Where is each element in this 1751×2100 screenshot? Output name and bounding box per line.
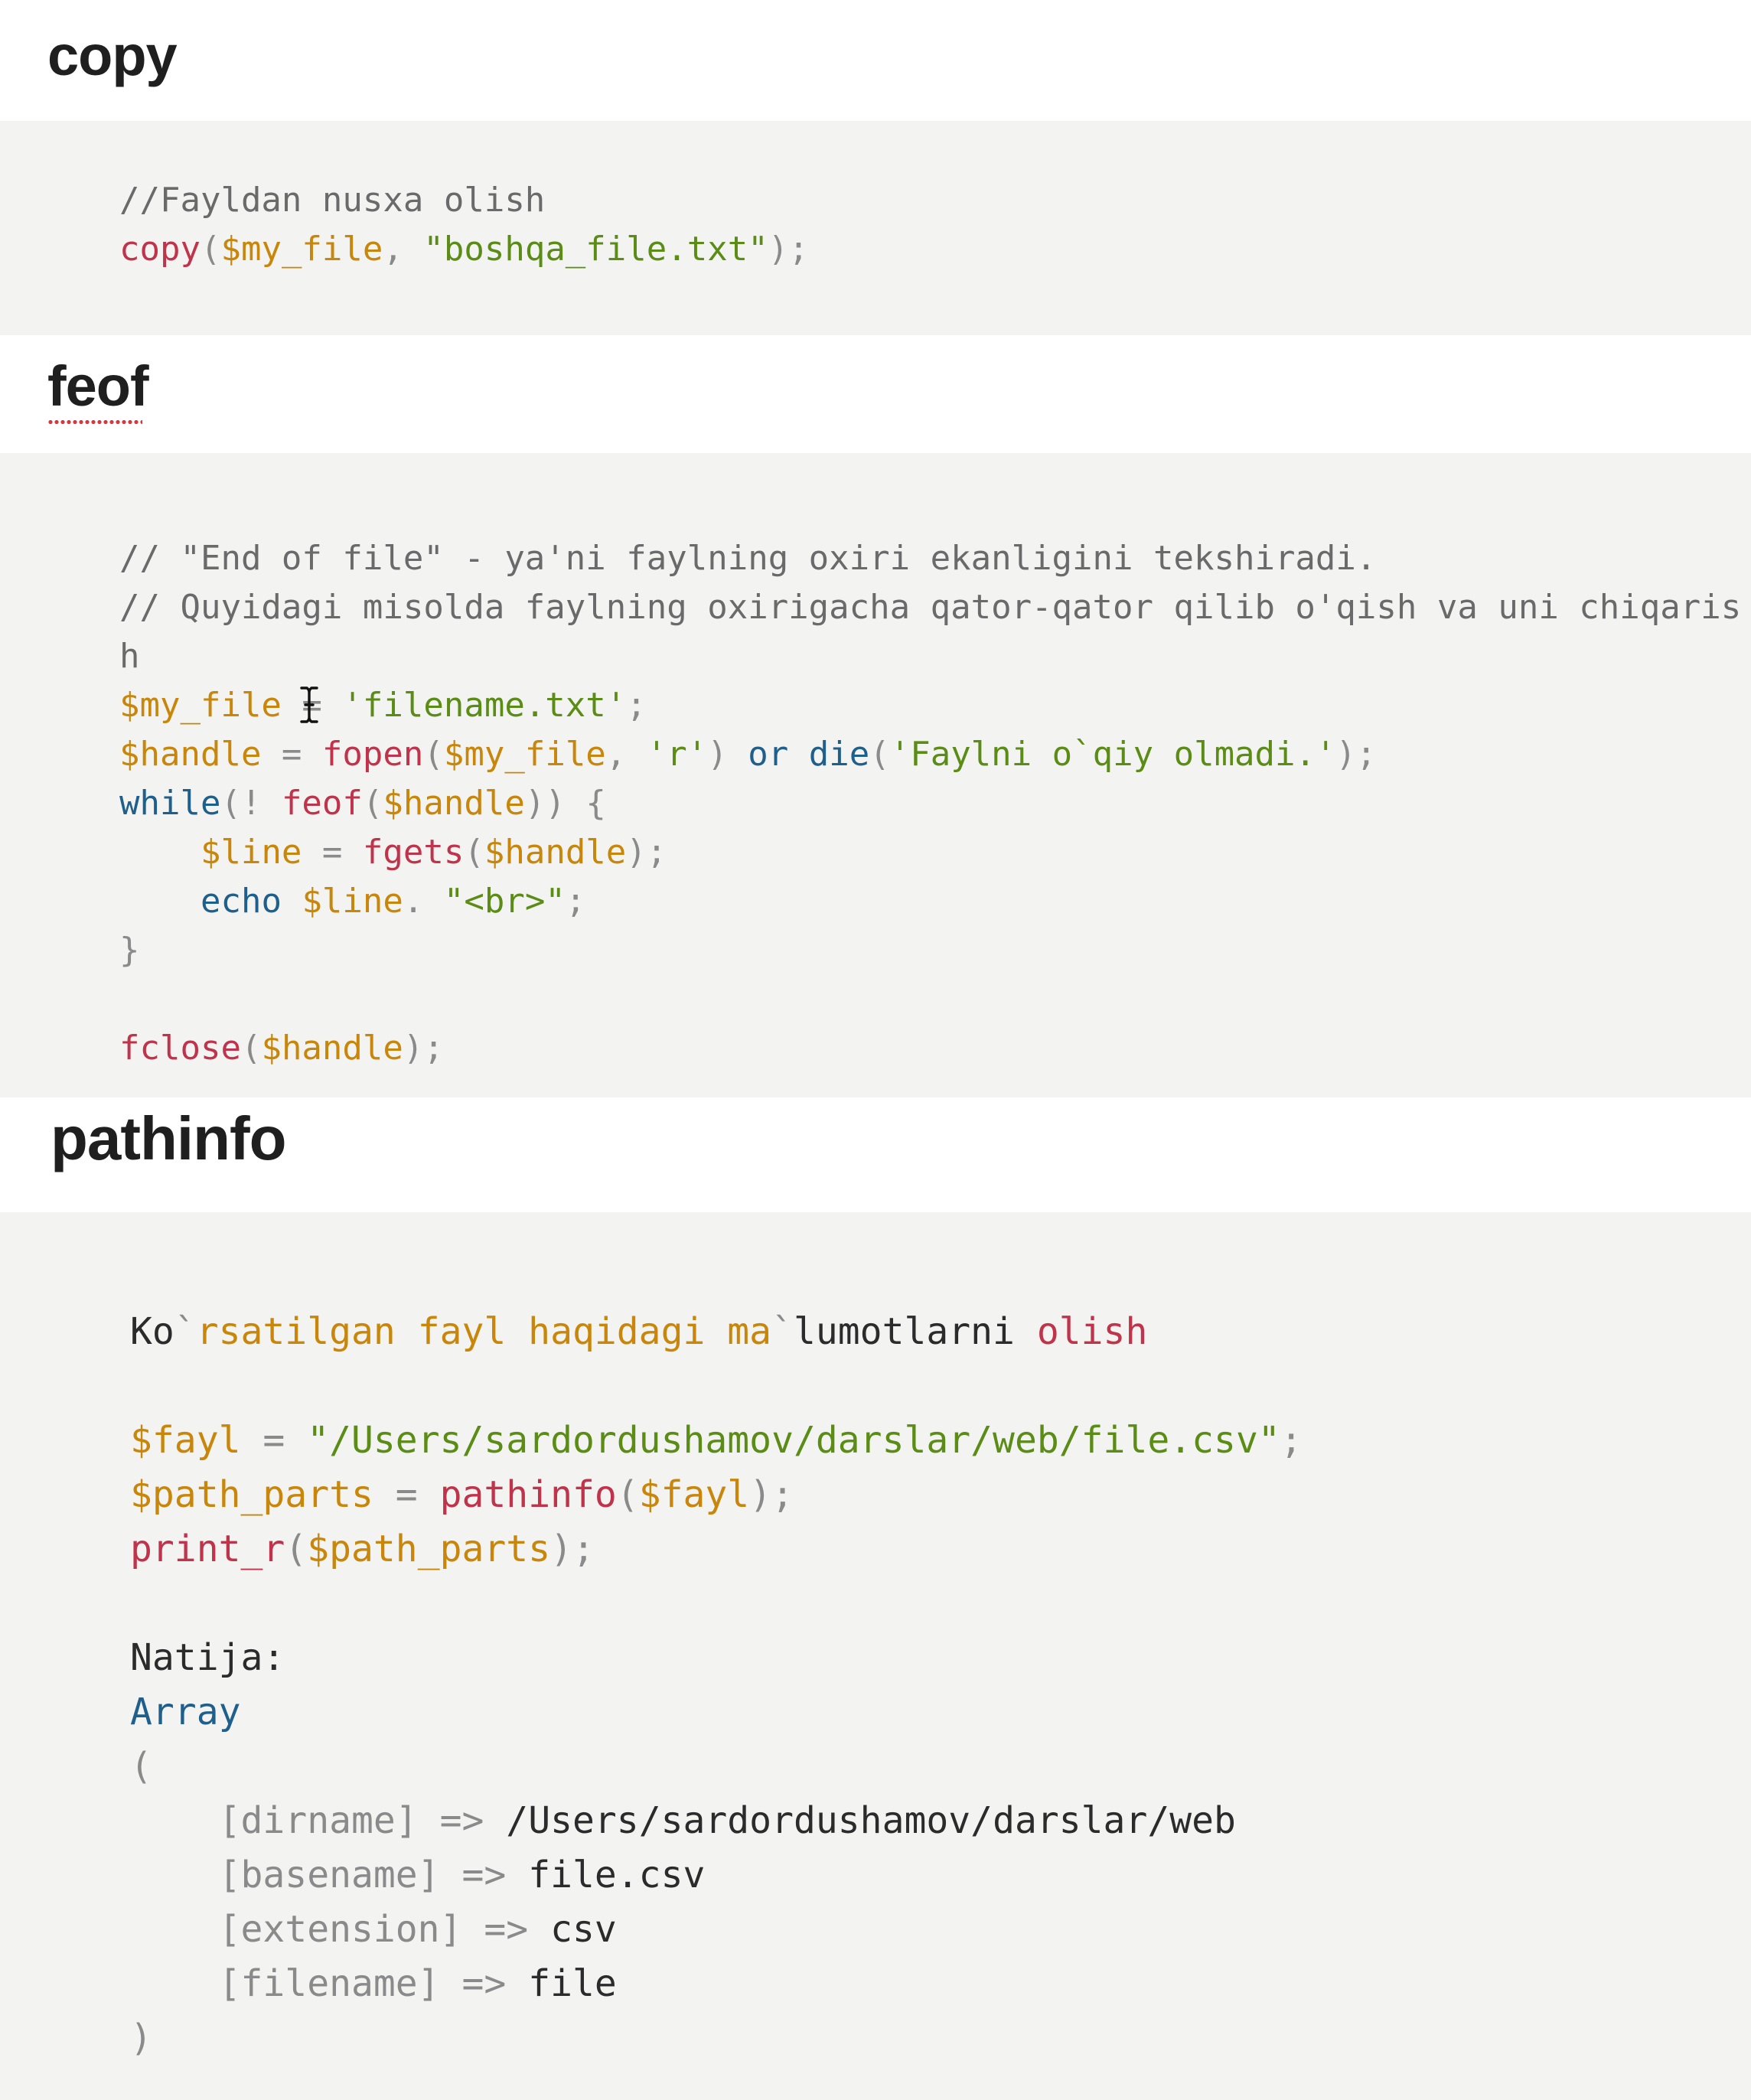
code-operator: =: [302, 833, 363, 872]
code-operator: =: [373, 1473, 440, 1516]
spellcheck-underline: [47, 419, 142, 425]
code-punctuation: ;: [565, 882, 586, 921]
description-text: Ko: [130, 1310, 174, 1353]
code-string: "boshqa_file.txt": [423, 230, 768, 269]
section-heading-pathinfo: pathinfo: [51, 1104, 286, 1172]
code-pathinfo[interactable]: Ko`rsatilgan fayl haqidagi ma`lumotlarni…: [130, 1305, 1303, 2066]
code-string: "/Users/sardordushamov/darslar/web/file.…: [307, 1419, 1280, 1462]
code-comment: // Quyidagi misolda faylning oxirigacha …: [119, 588, 1742, 627]
code-punctuation: );: [768, 230, 809, 269]
code-punctuation: );: [749, 1473, 794, 1516]
code-function: print_r: [130, 1528, 285, 1570]
code-punctuation: );: [1335, 735, 1377, 774]
code-punctuation: ,: [383, 230, 424, 269]
code-punctuation: ): [130, 2017, 152, 2059]
code-punctuation: );: [550, 1528, 595, 1570]
code-punctuation: }: [119, 931, 140, 970]
code-variable: $my_file: [220, 230, 383, 269]
code-punctuation: ): [707, 735, 748, 774]
code-operator: =: [261, 735, 322, 774]
array-key: [filename]: [218, 1962, 440, 2005]
code-variable: $path_parts: [130, 1473, 373, 1516]
code-function: copy: [119, 230, 201, 269]
code-function: fgets: [362, 833, 465, 872]
code-punctuation: ;: [626, 686, 647, 725]
code-punctuation: (: [240, 1029, 262, 1068]
array-key: [extension]: [218, 1908, 462, 1951]
result-label: Natija:: [130, 1636, 285, 1679]
array-key: [basename]: [218, 1854, 440, 1896]
code-punctuation: );: [626, 833, 667, 872]
code-comment-wrap: h: [119, 637, 140, 676]
description-text: lumotlarni: [793, 1310, 1015, 1353]
code-function: fopen: [321, 735, 424, 774]
code-punctuation: (: [200, 230, 221, 269]
code-punctuation: );: [403, 1029, 444, 1068]
code-string: 'Faylni o`qiy olmadi.': [889, 735, 1336, 774]
code-keyword: Array: [130, 1691, 241, 1733]
code-punctuation: (: [285, 1528, 308, 1570]
description-text: rsatilgan fayl haqidagi ma: [196, 1310, 772, 1353]
code-operator: .: [403, 882, 444, 921]
code-punctuation: )) {: [524, 784, 606, 823]
code-punctuation: ,: [605, 735, 647, 774]
code-punctuation: (: [869, 735, 890, 774]
array-arrow: =>: [439, 1799, 484, 1842]
code-comment: //Fayldan nusxa olish: [119, 181, 546, 220]
array-value: file: [528, 1962, 617, 2005]
array-arrow: =>: [461, 1854, 507, 1896]
code-feof[interactable]: // "End of file" - ya'ni faylning oxiri …: [119, 534, 1741, 1073]
array-key: [dirname]: [218, 1799, 418, 1842]
array-arrow: =>: [484, 1908, 529, 1951]
code-function: pathinfo: [439, 1473, 617, 1516]
code-keyword: echo: [200, 882, 282, 921]
code-function: feof: [281, 784, 363, 823]
code-function: fclose: [119, 1029, 241, 1068]
code-keyword: or: [748, 735, 789, 774]
code-punctuation: (!: [220, 784, 282, 823]
code-punctuation: (: [464, 833, 484, 872]
code-variable: $handle: [383, 784, 525, 823]
code-variable: $fayl: [638, 1473, 750, 1516]
array-value: csv: [550, 1908, 617, 1951]
array-arrow: =>: [461, 1962, 507, 2005]
code-variable: $my_file: [119, 686, 282, 725]
code-punctuation: (: [130, 1745, 152, 1788]
code-variable: $handle: [261, 1029, 403, 1068]
code-operator: =: [240, 1419, 308, 1462]
array-value: file.csv: [528, 1854, 706, 1896]
code-keyword: while: [119, 784, 221, 823]
section-heading-copy: copy: [47, 24, 178, 87]
code-punctuation: (: [362, 784, 383, 823]
code-variable: $line: [302, 882, 403, 921]
code-variable: $line: [200, 833, 302, 872]
code-string: 'r': [646, 735, 708, 774]
code-variable: $path_parts: [307, 1528, 551, 1570]
code-variable: $handle: [119, 735, 262, 774]
documentation-page: copy //Fayldan nusxa olish copy($my_file…: [0, 0, 1751, 2100]
array-value: /Users/sardordushamov/darslar/web: [506, 1799, 1236, 1842]
code-punctuation: (: [616, 1473, 639, 1516]
code-variable: $my_file: [443, 735, 606, 774]
code-keyword: die: [808, 735, 870, 774]
code-variable: $handle: [484, 833, 627, 872]
code-punctuation: (: [423, 735, 444, 774]
description-text: olish: [1036, 1310, 1148, 1353]
section-heading-feof: feof: [47, 354, 149, 418]
code-backtick: `: [771, 1310, 794, 1353]
code-punctuation: ;: [1280, 1419, 1303, 1462]
code-variable: $fayl: [130, 1419, 241, 1462]
code-comment: // "End of file" - ya'ni faylning oxiri …: [119, 539, 1377, 578]
i-beam-cursor-icon: [300, 686, 318, 723]
code-string: "<br>": [443, 882, 566, 921]
code-string: 'filename.txt': [342, 686, 627, 725]
code-backtick: `: [174, 1310, 197, 1353]
code-copy[interactable]: //Fayldan nusxa olish copy($my_file, "bo…: [119, 176, 809, 274]
